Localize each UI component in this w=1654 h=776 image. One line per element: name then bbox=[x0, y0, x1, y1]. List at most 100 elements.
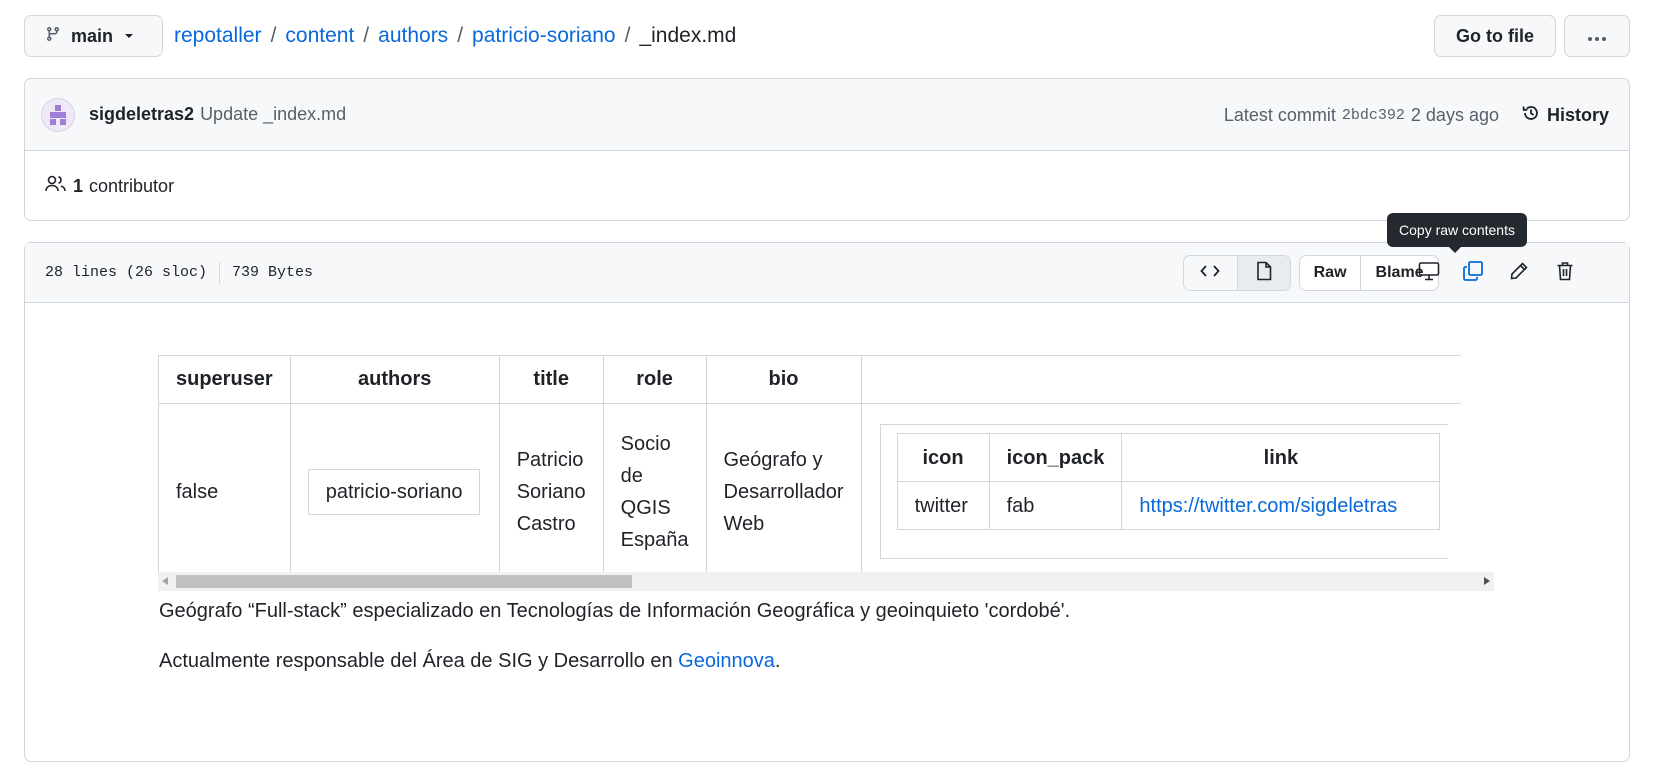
horizontal-scrollbar[interactable] bbox=[158, 572, 1494, 591]
column-header-link: link bbox=[1121, 433, 1441, 482]
breadcrumb-separator: / bbox=[624, 24, 631, 47]
scroll-right-arrow[interactable] bbox=[1484, 577, 1490, 585]
superuser-cell: false bbox=[158, 403, 291, 580]
git-branch-icon bbox=[45, 26, 61, 47]
paragraph-text: Actualmente responsable del Área de SIG … bbox=[159, 650, 679, 672]
twitter-link[interactable]: https://twitter.com/sigdeletras bbox=[1139, 495, 1397, 517]
view-mode-toggle bbox=[1183, 255, 1291, 291]
caret-down-icon bbox=[123, 26, 135, 47]
copy-raw-tooltip: Copy raw contents bbox=[1387, 213, 1527, 253]
raw-button[interactable]: Raw bbox=[1300, 256, 1362, 290]
column-header-bio: bio bbox=[705, 355, 862, 404]
title-cell: Patricio Soriano Castro bbox=[498, 403, 604, 580]
breadcrumb-separator: / bbox=[457, 24, 464, 47]
breadcrumb-author-folder-link[interactable]: patricio-soriano bbox=[472, 24, 616, 48]
commit-sha-link[interactable]: 2bdc392 bbox=[1342, 107, 1405, 124]
copy-icon bbox=[1462, 260, 1484, 287]
author-value: patricio-soriano bbox=[307, 468, 481, 515]
column-header-icon-pack: icon_pack bbox=[988, 433, 1123, 482]
breadcrumb: repotaller / content / authors / patrici… bbox=[174, 15, 736, 57]
paragraph-role: Actualmente responsable del Área de SIG … bbox=[159, 650, 780, 673]
bio-line: Web bbox=[723, 512, 765, 535]
geoinnova-link[interactable]: Geoinnova bbox=[678, 650, 775, 672]
pencil-icon bbox=[1509, 261, 1529, 286]
social-header-row: icon icon_pack link bbox=[896, 433, 1441, 482]
code-icon bbox=[1200, 263, 1221, 284]
people-icon bbox=[45, 175, 67, 198]
table-row: twitter fab https://twitter.com/sigdelet… bbox=[896, 481, 1441, 530]
scrollbar-thumb[interactable] bbox=[176, 575, 632, 588]
column-header-title: title bbox=[498, 355, 604, 404]
breadcrumb-repo-link[interactable]: repotaller bbox=[174, 24, 262, 48]
breadcrumb-current-file: _index.md bbox=[639, 24, 737, 47]
social-nested-container: icon icon_pack link twitter fab https://… bbox=[879, 424, 1448, 559]
role-line: Socio bbox=[620, 432, 671, 455]
line-count: 28 lines (26 sloc) bbox=[45, 264, 208, 281]
file-icon bbox=[1256, 261, 1272, 286]
history-link[interactable]: History bbox=[1521, 103, 1609, 128]
code-view-button[interactable] bbox=[1184, 256, 1237, 290]
file-navigation: main repotaller / content / authors / pa… bbox=[24, 15, 1630, 57]
role-line: España bbox=[620, 528, 689, 551]
more-options-button[interactable] bbox=[1564, 15, 1630, 57]
breadcrumb-separator: / bbox=[270, 24, 277, 47]
breadcrumb-separator: / bbox=[363, 24, 370, 47]
authors-cell: patricio-soriano bbox=[289, 403, 500, 580]
paragraph-bio: Geógrafo “Full-stack” especializado en T… bbox=[159, 600, 1071, 622]
breadcrumb-content-link[interactable]: content bbox=[285, 24, 354, 48]
role-line: QGIS bbox=[620, 496, 671, 519]
file-header: 28 lines (26 sloc) 739 Bytes Raw Blame C… bbox=[25, 213, 1629, 303]
table-header-row: superuser authors title role bio bbox=[158, 355, 1462, 404]
bio-cell: Geógrafo y Desarrollador Web bbox=[705, 403, 862, 580]
branch-select-button[interactable]: main bbox=[24, 15, 163, 57]
title-line: Patricio bbox=[516, 448, 584, 471]
commit-time: 2 days ago bbox=[1410, 104, 1499, 125]
commit-author-link[interactable]: sigdeletras2 bbox=[89, 104, 194, 125]
contributor-label: contributor bbox=[89, 175, 175, 196]
markdown-body: superuser authors title role bio false p… bbox=[25, 303, 1629, 762]
social-cell: icon icon_pack link twitter fab https://… bbox=[860, 403, 1462, 580]
copy-raw-button[interactable] bbox=[1457, 257, 1489, 289]
divider bbox=[219, 261, 221, 284]
delete-button[interactable] bbox=[1549, 257, 1581, 289]
table-row: false patricio-soriano Patricio Soriano … bbox=[158, 403, 1462, 580]
scroll-left-arrow[interactable] bbox=[162, 577, 168, 585]
column-header-icon: icon bbox=[896, 433, 990, 482]
file-info: 28 lines (26 sloc) 739 Bytes bbox=[45, 261, 314, 284]
edit-button[interactable] bbox=[1503, 257, 1535, 289]
desktop-button[interactable] bbox=[1413, 257, 1445, 289]
title-line: Soriano bbox=[516, 480, 586, 503]
latest-commit-box: sigdeletras2 Update _index.md Latest com… bbox=[24, 78, 1630, 221]
branch-label: main bbox=[71, 25, 114, 46]
column-header-superuser: superuser bbox=[158, 355, 291, 404]
title-line: Castro bbox=[516, 512, 576, 535]
latest-commit-label: Latest commit bbox=[1223, 104, 1336, 125]
role-line: de bbox=[620, 464, 643, 487]
commit-message-link[interactable]: Update _index.md bbox=[200, 104, 346, 125]
preview-view-button[interactable] bbox=[1236, 256, 1290, 290]
file-size: 739 Bytes bbox=[232, 264, 314, 281]
contributors-row[interactable]: 1 contributor bbox=[25, 151, 1629, 220]
trash-icon bbox=[1556, 261, 1574, 286]
commit-meta: Latest commit 2bdc392 2 days ago History bbox=[1224, 79, 1609, 151]
column-header-authors: authors bbox=[289, 355, 500, 404]
desktop-icon bbox=[1418, 261, 1440, 286]
bio-line: Desarrollador bbox=[723, 480, 844, 503]
contributor-count: 1 bbox=[73, 175, 84, 196]
bio-line: Geógrafo y bbox=[723, 448, 823, 471]
paragraph-period: . bbox=[774, 650, 781, 672]
go-to-file-button[interactable]: Go to file bbox=[1434, 15, 1556, 57]
social-icon-pack-cell: fab bbox=[988, 481, 1123, 530]
breadcrumb-authors-link[interactable]: authors bbox=[378, 24, 448, 48]
social-table: icon icon_pack link twitter fab https://… bbox=[896, 433, 1441, 530]
frontmatter-table-container: superuser authors title role bio false p… bbox=[158, 355, 1494, 591]
avatar[interactable] bbox=[41, 97, 75, 132]
commit-row: sigdeletras2 Update _index.md Latest com… bbox=[25, 79, 1629, 151]
role-cell: Socio de QGIS España bbox=[602, 403, 707, 580]
social-link-cell: https://twitter.com/sigdeletras bbox=[1121, 481, 1441, 530]
frontmatter-table: superuser authors title role bio false p… bbox=[158, 355, 1462, 580]
kebab-horizontal-icon bbox=[1587, 26, 1607, 47]
file-viewer: 28 lines (26 sloc) 739 Bytes Raw Blame C… bbox=[24, 213, 1630, 762]
column-header-social bbox=[860, 355, 1462, 404]
history-icon bbox=[1521, 103, 1541, 128]
